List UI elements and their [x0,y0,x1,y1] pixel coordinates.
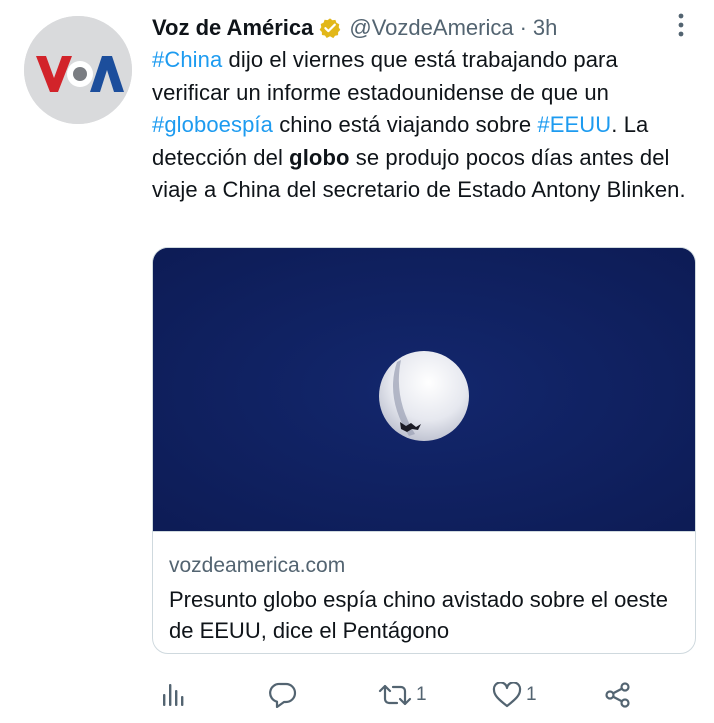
card-image [153,248,695,531]
tweet-text-bold: globo [289,144,350,170]
card-title: Presunto globo espía chino avistado sobr… [169,587,668,643]
views-button[interactable] [160,673,186,717]
verified-badge-icon [319,17,341,39]
retweet-button[interactable]: 1 [378,673,427,717]
balloon-photo [153,248,695,531]
tweet-text-segment: chino está viajando sobre [272,112,538,137]
retweet-count: 1 [416,684,427,705]
card-body: vozdeamerica.com Presunto globo espía ch… [153,531,695,646]
analytics-icon [163,684,184,706]
reply-button[interactable] [269,673,297,717]
link-card[interactable]: vozdeamerica.com Presunto globo espía ch… [152,247,696,654]
share-icon [605,682,630,708]
like-button[interactable]: 1 [492,673,537,717]
tweet-header: Voz de América @VozdeAmerica · 3h [152,12,557,44]
hashtag-link[interactable]: #EEUU [537,112,611,137]
avatar[interactable] [24,16,132,124]
heart-icon [492,682,522,708]
like-count: 1 [526,684,537,705]
tweet-time[interactable]: 3h [533,15,557,41]
more-options-button[interactable] [664,10,698,40]
card-domain: vozdeamerica.com [169,554,346,577]
hashtag-link[interactable]: #globoespía [152,112,273,137]
tweet-text-segment: dijo el viernes que está trabajando para… [152,47,618,105]
retweet-icon [378,684,412,706]
reply-icon [269,682,297,708]
tweet-actions: 1 1 [152,673,652,717]
share-button[interactable] [604,673,632,717]
hashtag-link[interactable]: #China [152,47,222,72]
voa-logo-icon [24,16,132,124]
tweet-text: #China dijo el viernes que está trabajan… [152,44,700,207]
more-vertical-icon [678,13,684,37]
separator-dot: · [519,15,527,40]
author-name[interactable]: Voz de América [152,15,313,41]
author-handle[interactable]: @VozdeAmerica [349,15,513,41]
